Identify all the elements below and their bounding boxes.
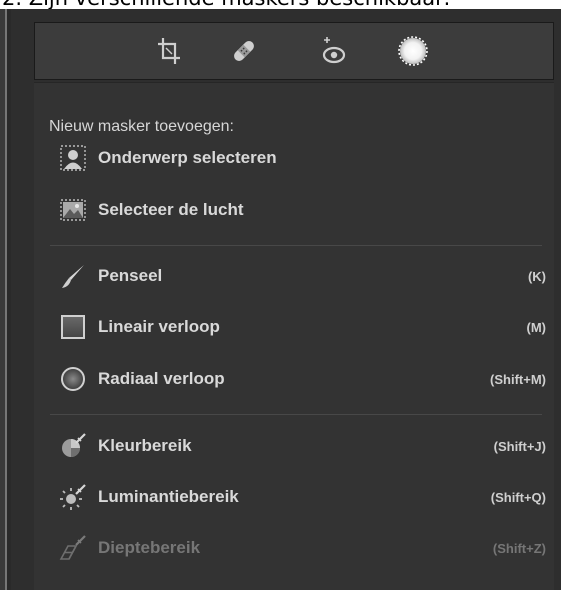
crop-icon: [158, 38, 180, 64]
healing-bandage-icon: [234, 41, 254, 61]
brush-icon: [56, 259, 90, 293]
menu-item-color-range[interactable]: Kleurbereik (Shift+J): [56, 429, 546, 463]
luminance-range-icon: [56, 480, 90, 514]
menu-item-select-subject[interactable]: Onderwerp selecteren: [56, 141, 546, 175]
red-eye-tool-button[interactable]: [316, 34, 350, 68]
menu-item-shortcut: (K): [527, 268, 546, 284]
menu-item-label: Lineair verloop: [98, 317, 220, 336]
menu-item-linear-gradient[interactable]: Lineair verloop (M): [56, 310, 546, 344]
menu-item-depth-range: Dieptebereik (Shift+Z): [56, 531, 546, 565]
menu-item-label: Radiaal verloop: [98, 369, 225, 388]
menu-item-select-sky[interactable]: Selecteer de lucht: [56, 193, 546, 227]
menu-item-shortcut: (Shift+J): [493, 438, 546, 454]
radial-gradient-icon: [56, 362, 90, 396]
masking-icon: [398, 36, 428, 66]
menu-item-label: Onderwerp selecteren: [98, 148, 277, 167]
menu-item-shortcut: (Shift+Q): [490, 489, 546, 505]
masking-tool-button[interactable]: [396, 34, 430, 68]
healing-tool-button[interactable]: [227, 34, 261, 68]
linear-gradient-icon: [56, 310, 90, 344]
menu-item-brush[interactable]: Penseel (K): [56, 259, 546, 293]
left-edge-strip: [0, 9, 11, 590]
menu-item-label: Luminantiebereik: [98, 487, 239, 506]
screenshot-root: 2. Zijn verschillende maskers beschikbaa…: [0, 0, 561, 590]
depth-range-icon: [56, 531, 90, 565]
menu-divider: [50, 245, 542, 246]
menu-item-label: Kleurbereik: [98, 436, 192, 455]
color-range-icon: [56, 429, 90, 463]
select-sky-icon: [56, 193, 90, 227]
select-subject-icon: [56, 141, 90, 175]
menu-item-label: Dieptebereik: [98, 538, 201, 557]
menu-divider: [50, 414, 542, 415]
menu-item-radial-gradient[interactable]: Radiaal verloop (Shift+M): [56, 362, 546, 396]
tool-strip: [34, 22, 554, 80]
menu-item-luminance-range[interactable]: Luminantiebereik (Shift+Q): [56, 480, 546, 514]
menu-item-label: Selecteer de lucht: [98, 200, 244, 219]
menu-item-label: Penseel: [98, 266, 163, 285]
caption-text: 2. Zijn verschillende maskers beschikbaa…: [2, 0, 451, 9]
menu-item-shortcut: (Shift+M): [490, 371, 546, 387]
menu-item-shortcut: (M): [526, 319, 547, 335]
red-eye-icon: [322, 37, 346, 64]
menu-title: Nieuw masker toevoegen:: [49, 118, 234, 135]
crop-tool-button[interactable]: [152, 34, 186, 68]
menu-item-shortcut: (Shift+Z): [492, 540, 546, 556]
